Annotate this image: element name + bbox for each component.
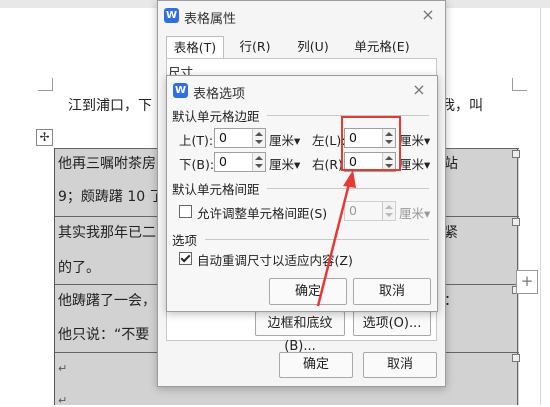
annotation-arrow-icon (316, 170, 356, 307)
annotation-arrow-line (316, 179, 352, 307)
annotation-arrow-head (343, 170, 356, 188)
